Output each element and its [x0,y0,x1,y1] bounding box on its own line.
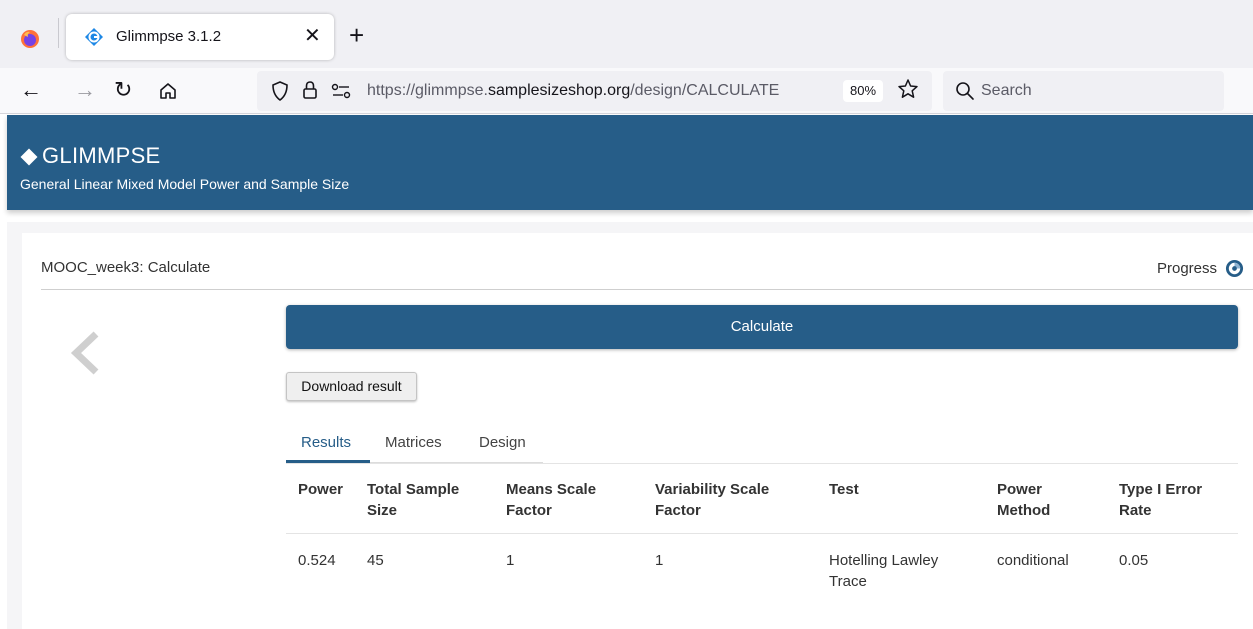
column-header-total-sample-size: Total Sample Size [367,481,460,519]
browser-nav-bar: ← → ↻ https://glimmpse.samplesizeshop.or… [0,68,1253,114]
app-title[interactable]: GLIMMPSE [42,143,161,169]
browser-search-bar[interactable]: Search [943,71,1224,111]
progress-label[interactable]: Progress [1157,260,1217,277]
progress-icon[interactable] [1225,259,1244,278]
tab-close-icon[interactable]: ✕ [304,23,321,48]
tab-design[interactable]: Design [479,434,526,451]
diamond-logo-icon [20,148,38,166]
calculate-button[interactable]: Calculate [286,305,1238,349]
column-header-type-i-error-rate: Type I Error Rate [1119,481,1203,519]
table-cell-variability-scale-factor: 1 [655,552,664,569]
table-cell-power-method: conditional [997,552,1069,569]
zoom-level-badge[interactable]: 80% [843,80,883,102]
new-tab-button[interactable]: + [349,20,364,51]
search-placeholder: Search [981,82,1032,99]
table-header-divider [286,533,1238,534]
browser-tab-bar: Glimmpse 3.1.2 ✕ + [0,0,1253,68]
glimmpse-favicon [85,28,103,46]
firefox-logo[interactable] [20,29,40,49]
browser-tab[interactable]: Glimmpse 3.1.2 ✕ [66,14,334,60]
page-breadcrumb: MOOC_week3: Calculate [41,259,211,276]
tab-matrices[interactable]: Matrices [385,434,442,451]
column-header-variability-scale-factor: Variability Scale Factor [655,481,770,519]
tab-title: Glimmpse 3.1.2 [116,28,222,45]
download-result-button[interactable]: Download result [286,372,417,401]
back-button[interactable]: ← [20,77,42,103]
lock-icon[interactable] [301,80,319,100]
table-cell-test: Hotelling Lawley Trace [829,552,939,590]
table-cell-means-scale-factor: 1 [506,552,515,569]
permissions-icon[interactable] [331,82,351,100]
forward-button[interactable]: → [74,77,96,103]
tab-results[interactable]: Results [301,434,351,451]
search-icon [956,82,974,100]
column-header-power-method: Power Method [997,481,1051,519]
url-text[interactable]: https://glimmpse.samplesizeshop.org/desi… [367,82,779,100]
reload-button[interactable]: ↻ [114,77,132,103]
home-icon[interactable] [158,81,178,101]
bookmark-star-icon[interactable] [897,78,919,100]
url-bar[interactable]: https://glimmpse.samplesizeshop.org/desi… [257,71,932,111]
table-cell-power: 0.524 [298,552,336,569]
shield-icon[interactable] [271,81,289,101]
column-header-test: Test [829,481,859,498]
header-divider [41,289,1253,290]
column-header-means-scale-factor: Means Scale Factor [506,481,597,519]
tab-separator [58,18,59,48]
column-header-power: Power [298,481,344,498]
url-path: /design/CALCULATE [630,82,780,99]
url-prefix: https://glimmpse. [367,82,488,99]
table-cell-total-sample-size: 45 [367,552,384,569]
app-subtitle: General Linear Mixed Model Power and Sam… [20,176,350,192]
chevron-left-icon[interactable] [68,330,102,376]
app-header: GLIMMPSE General Linear Mixed Model Powe… [7,115,1253,210]
table-top-rule [286,463,1238,464]
table-cell-type-i-error-rate: 0.05 [1119,552,1149,569]
active-tab-indicator [286,460,370,463]
url-domain: samplesizeshop.org [487,82,631,99]
